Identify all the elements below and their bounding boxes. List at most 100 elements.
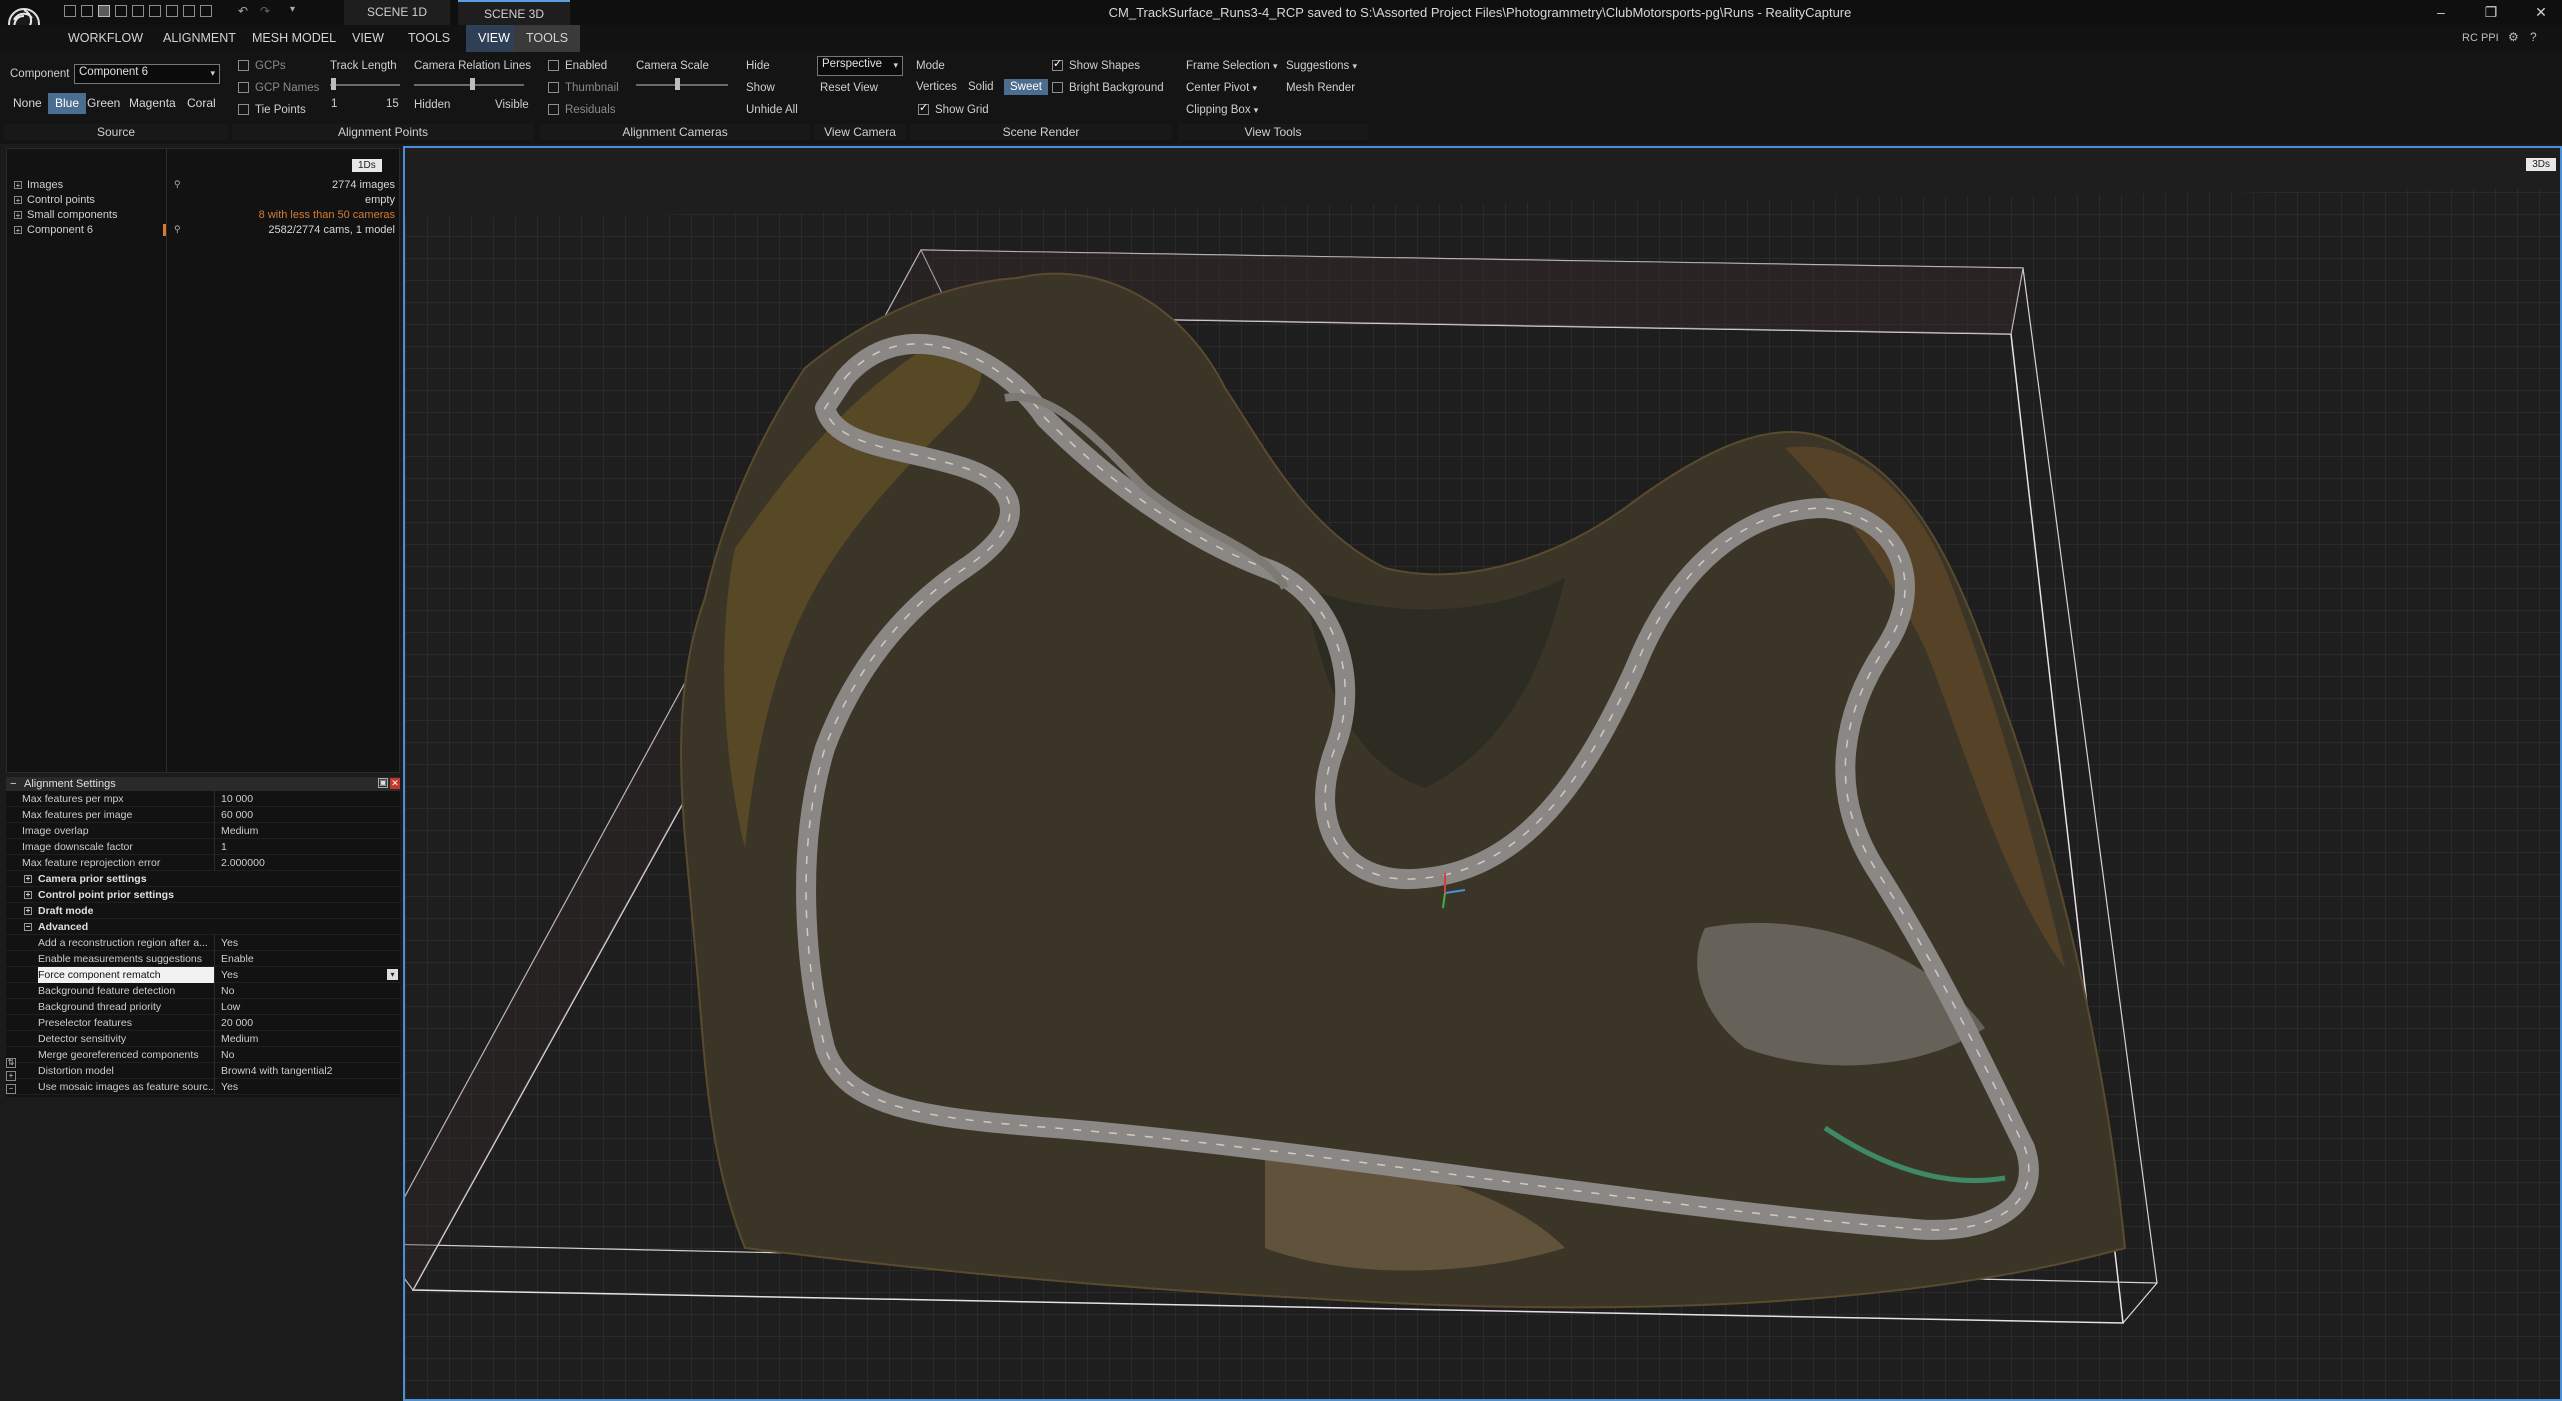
expand-icon[interactable]: + — [24, 875, 32, 883]
color-coral-button[interactable]: Coral — [180, 93, 223, 114]
undo-icon[interactable]: ↶ — [238, 4, 248, 18]
menu-scene-tools[interactable]: TOOLS — [514, 25, 581, 52]
settings-group-camera-prior[interactable]: + Camera prior settings — [6, 871, 400, 887]
settings-row[interactable]: Use mosaic images as feature sourc... Yes — [6, 1079, 400, 1095]
layout-1-icon[interactable] — [64, 5, 76, 17]
settings-value[interactable]: 1 — [214, 839, 400, 855]
mesh-render-button[interactable]: Mesh Render — [1286, 82, 1355, 94]
settings-row[interactable]: Enable measurements suggestions Enable — [6, 951, 400, 967]
clipping-box-button[interactable]: Clipping Box ▾ — [1186, 104, 1258, 116]
settings-value[interactable]: Yes — [214, 1079, 400, 1095]
track-length-slider-thumb[interactable] — [331, 78, 336, 90]
layout-5-icon[interactable] — [132, 5, 144, 17]
settings-row[interactable]: Add a reconstruction region after a... Ye… — [6, 935, 400, 951]
settings-value[interactable]: 60 000 — [214, 807, 400, 823]
expand-icon[interactable]: + — [24, 907, 32, 915]
redo-icon[interactable]: ↷ — [260, 4, 270, 18]
expand-icon[interactable]: + — [24, 891, 32, 899]
tie-points-checkbox[interactable]: Tie Points — [238, 104, 306, 116]
mode-sweet-button[interactable]: Sweet — [1004, 79, 1048, 95]
show-shapes-checkbox[interactable]: Show Shapes — [1052, 57, 1140, 72]
settings-value[interactable]: 20 000 — [214, 1015, 400, 1031]
settings-row[interactable]: Merge georeferenced components No — [6, 1047, 400, 1063]
settings-row[interactable]: Distortion model Brown4 with tangential2 — [6, 1063, 400, 1079]
mode-vertices-button[interactable]: Vertices — [916, 81, 957, 93]
track-length-slider[interactable] — [330, 84, 400, 86]
tree-item-control-points[interactable]: + Control points — [14, 193, 95, 208]
expand-icon[interactable]: + — [14, 211, 22, 220]
tab-scene-3d[interactable]: SCENE 3D — [458, 0, 570, 25]
mode-solid-button[interactable]: Solid — [968, 81, 994, 93]
component-select[interactable]: Component 6 ▾ — [74, 64, 220, 84]
settings-row[interactable]: Max features per image 60 000 — [6, 807, 400, 823]
viewport-3d[interactable]: 3Ds — [403, 146, 2562, 1401]
gcps-checkbox[interactable]: GCPs — [238, 60, 286, 72]
settings-value[interactable]: Enable — [214, 951, 400, 967]
minimize-button[interactable]: – — [2426, 3, 2456, 21]
settings-value[interactable]: 2.000000 — [214, 855, 400, 871]
settings-icon[interactable]: ⚙ — [2508, 30, 2519, 44]
close-icon[interactable]: ✕ — [390, 778, 400, 789]
tree-badge[interactable]: 1Ds — [352, 157, 382, 172]
gcp-names-checkbox[interactable]: GCP Names — [238, 82, 319, 94]
layout-8-icon[interactable] — [183, 5, 195, 17]
center-pivot-button[interactable]: Center Pivot ▾ — [1186, 82, 1257, 94]
quick-access-dropdown-icon[interactable]: ▾ — [290, 4, 295, 15]
camera-relation-slider-thumb[interactable] — [470, 78, 475, 90]
expand-icon[interactable]: + — [14, 181, 22, 190]
show-button[interactable]: Show — [746, 82, 775, 94]
reset-view-button[interactable]: Reset View — [820, 82, 878, 94]
scene-canvas[interactable] — [405, 148, 2560, 1399]
menu-tools[interactable]: TOOLS — [396, 25, 462, 52]
tree-item-small-components[interactable]: + Small components — [14, 208, 118, 223]
bright-background-checkbox[interactable]: Bright Background — [1052, 82, 1164, 94]
settings-value[interactable]: 10 000 — [214, 791, 400, 807]
expand-icon[interactable]: + — [14, 196, 22, 205]
layout-9-icon[interactable] — [200, 5, 212, 17]
settings-group-draft-mode[interactable]: + Draft mode — [6, 903, 400, 919]
collapse-icon[interactable]: − — [24, 923, 32, 931]
settings-group-advanced[interactable]: − Advanced — [6, 919, 400, 935]
layout-2-icon[interactable] — [81, 5, 93, 17]
chevron-down-icon[interactable]: ▾ — [387, 969, 398, 980]
menu-alignment[interactable]: ALIGNMENT — [151, 25, 248, 52]
expand-all-icon[interactable]: + — [6, 1071, 16, 1081]
settings-value[interactable]: No — [214, 983, 400, 999]
color-magenta-button[interactable]: Magenta — [122, 93, 183, 114]
show-grid-checkbox[interactable]: Show Grid — [918, 101, 989, 116]
dock-icon[interactable]: ▣ — [378, 778, 388, 788]
menu-view[interactable]: VIEW — [340, 25, 396, 52]
settings-row[interactable]: Image downscale factor 1 — [6, 839, 400, 855]
tree-item-images[interactable]: + Images — [14, 178, 63, 193]
layout-4-icon[interactable] — [115, 5, 127, 17]
camera-scale-slider[interactable] — [636, 84, 728, 86]
settings-value[interactable]: No — [214, 1047, 400, 1063]
settings-row[interactable]: Background thread priority Low — [6, 999, 400, 1015]
settings-row-selected[interactable]: Force component rematch Yes ▾ — [6, 967, 400, 983]
viewport-badge[interactable]: 3Ds — [2526, 156, 2556, 171]
settings-row[interactable]: Image overlap Medium — [6, 823, 400, 839]
settings-row[interactable]: Max features per mpx 10 000 — [6, 791, 400, 807]
settings-value[interactable]: Low — [214, 999, 400, 1015]
tab-scene-1d[interactable]: SCENE 1D — [344, 0, 450, 25]
close-button[interactable]: ✕ — [2526, 3, 2556, 21]
color-green-button[interactable]: Green — [80, 93, 127, 114]
enabled-checkbox[interactable]: Enabled — [548, 60, 607, 72]
tree-item-component-6[interactable]: + Component 6 — [14, 223, 93, 238]
residuals-checkbox[interactable]: Residuals — [548, 104, 616, 116]
settings-value[interactable]: Medium — [214, 823, 400, 839]
layout-7-icon[interactable] — [166, 5, 178, 17]
settings-group-control-point-prior[interactable]: + Control point prior settings — [6, 887, 400, 903]
settings-value[interactable]: Yes — [214, 935, 400, 951]
collapse-all-icon[interactable]: − — [6, 1084, 16, 1094]
layout-6-icon[interactable] — [149, 5, 161, 17]
settings-value[interactable]: Medium — [214, 1031, 400, 1047]
expand-icon[interactable]: + — [14, 226, 22, 235]
settings-value[interactable]: Brown4 with tangential2 — [214, 1063, 400, 1079]
settings-row[interactable]: Max feature reprojection error 2.000000 — [6, 855, 400, 871]
unhide-all-button[interactable]: Unhide All — [746, 104, 798, 116]
projection-select[interactable]: Perspective ▾ — [817, 56, 903, 76]
collapse-icon[interactable]: − — [10, 777, 16, 791]
sort-icon[interactable]: ⇅ — [6, 1058, 16, 1068]
camera-relation-slider[interactable] — [414, 84, 524, 86]
